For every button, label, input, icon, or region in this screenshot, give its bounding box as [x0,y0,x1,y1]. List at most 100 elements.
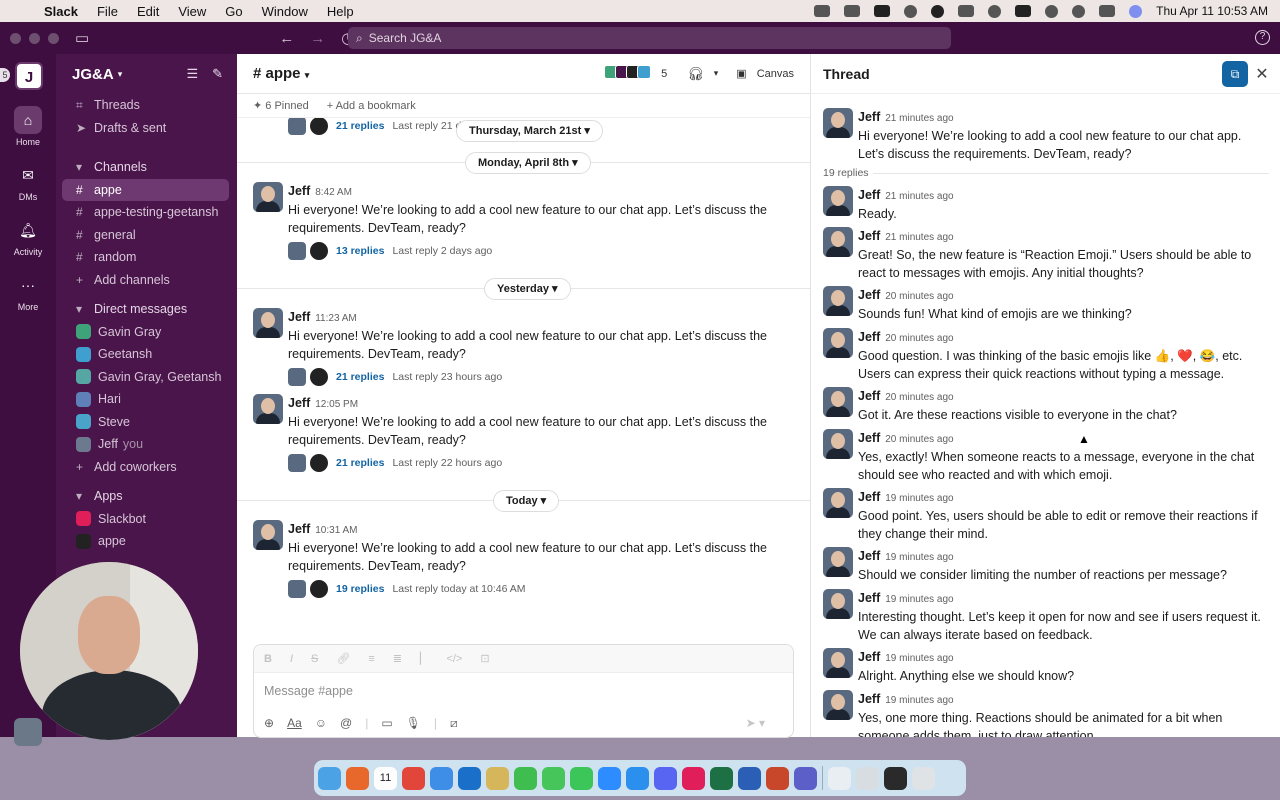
sidebar-item-threads[interactable]: ⌗ Threads [56,94,237,117]
avatar[interactable] [823,387,853,417]
plus-icon[interactable]: ⊕ [264,716,274,730]
cloud-icon[interactable] [814,5,831,17]
avatar[interactable] [253,394,283,424]
timestamp[interactable]: 21 minutes ago [885,191,953,202]
message[interactable]: Jeff 11:23 AM Hi everyone! We’re looking … [253,308,793,387]
sidebar-item-dm[interactable]: Hari [56,388,237,411]
chevron-down-icon[interactable]: ▾ [118,69,123,80]
timestamp[interactable]: 19 minutes ago [885,695,953,706]
timestamp[interactable]: 12:05 PM [315,399,358,410]
date-pill[interactable]: Today ▾ [493,490,560,512]
rail-activity[interactable]: 🔔︎ Activity [0,216,56,257]
menu-edit[interactable]: Edit [137,4,159,19]
close-window-icon[interactable] [10,32,21,44]
zoom-icon[interactable] [598,766,621,790]
facetime-icon[interactable] [570,766,593,790]
menu-view[interactable]: View [178,4,206,19]
close-icon[interactable]: ✕ [1248,64,1276,84]
sidebar-item-drafts[interactable]: ➤ Drafts & sent [56,117,237,140]
thread-reply[interactable]: Jeff 20 minutes ago Got it. Are these reac… [823,387,1268,424]
member-avatars[interactable] [604,65,652,82]
bold-icon[interactable]: B [264,653,272,665]
add-channels-button[interactable]: + Add channels [56,269,237,292]
sender-name[interactable]: Jeff [858,431,880,445]
reply-count[interactable]: 13 replies [336,245,384,257]
finder-icon[interactable] [318,766,341,790]
preview-icon[interactable] [828,766,851,790]
forward-arrow-icon[interactable]: → [310,30,325,47]
thread-replies[interactable]: 21 replies Last reply 22 hours ago [288,453,793,473]
sidebar-item-dm[interactable]: Gavin Gray, Geetansh [56,366,237,389]
reply-count[interactable]: 21 replies [336,457,384,469]
mail-icon[interactable] [430,766,453,790]
thread-reply[interactable]: Jeff 19 minutes ago Interesting thought. L… [823,589,1268,644]
message[interactable]: Jeff 12:05 PM Hi everyone! We’re looking … [253,394,793,473]
sidebar-item-app[interactable]: Slackbot [56,508,237,531]
sender-name[interactable]: Jeff [858,188,880,202]
timestamp[interactable]: 19 minutes ago [885,552,953,563]
pinned-button[interactable]: ✦ 6 Pinned [253,99,309,112]
avatar[interactable] [253,520,283,550]
thread-reply[interactable]: Jeff 19 minutes ago Should we consider lim… [823,547,1268,584]
date-pill[interactable]: Monday, April 8th ▾ [465,152,591,174]
code-icon[interactable]: </> [446,653,462,665]
bullet-list-icon[interactable]: ≣ [393,652,402,665]
thread-reply[interactable]: Jeff 19 minutes ago Yes, one more thing. R… [823,690,1268,737]
open-in-window-icon[interactable]: ⧉ [1222,60,1248,87]
messages-icon[interactable] [542,766,565,790]
timestamp[interactable]: 19 minutes ago [885,493,953,504]
message[interactable]: Jeff 8:42 AM Hi everyone! We’re looking t… [253,182,793,261]
siri-icon[interactable] [1129,4,1143,18]
sender-name[interactable]: Jeff [858,490,880,504]
calendar-icon[interactable]: 11 [374,766,397,790]
avatar[interactable] [823,186,853,216]
compose-icon[interactable]: ✎ [212,66,223,82]
thread-reply[interactable]: Jeff 20 minutes ago Sounds fun! What kind … [823,286,1268,323]
avatar[interactable] [823,108,853,138]
notes-icon[interactable] [486,766,509,790]
thread-reply[interactable]: Jeff 20 minutes ago Good question. I was t… [823,328,1268,383]
menu-clock[interactable]: Thu Apr 11 10:53 AM [1156,4,1268,18]
apps-section[interactable]: ▾ Apps [56,485,237,508]
sender-name[interactable]: Jeff [858,692,880,706]
rail-more[interactable]: ··· More [0,271,56,312]
menu-go[interactable]: Go [225,4,242,19]
gear-icon[interactable] [931,4,945,18]
microphone-icon[interactable]: 🎙︎ [406,716,421,730]
date-pill[interactable]: Yesterday ▾ [484,278,571,300]
text-format-icon[interactable]: Aa [287,716,302,730]
timestamp[interactable]: 20 minutes ago [885,291,953,302]
rail-dms[interactable]: ✉ DMs [0,161,56,202]
help-icon[interactable]: ? [1255,30,1270,45]
chrome-icon[interactable] [402,766,425,790]
date-pill[interactable]: Thursday, March 21st ▾ [456,120,603,142]
code-block-icon[interactable]: ⊡ [480,652,489,665]
thread-reply[interactable]: Jeff 19 minutes ago Alright. Anything else… [823,648,1268,685]
zoom-window-icon[interactable] [48,32,59,44]
member-count[interactable]: 5 [661,68,667,80]
avatar[interactable] [823,227,853,257]
word-icon[interactable] [738,766,761,790]
appstore-icon[interactable] [626,766,649,790]
volume-icon[interactable] [958,5,975,17]
menu-file[interactable]: File [97,4,118,19]
whatsapp-icon[interactable] [514,766,537,790]
slack-icon[interactable] [682,766,705,790]
app-tray-icon[interactable] [874,5,891,17]
bluetooth-icon[interactable] [988,4,1002,18]
canvas-icon[interactable]: ▣ [736,67,746,80]
avatar[interactable] [823,589,853,619]
headphones-icon[interactable]: 🎧︎ [687,66,704,82]
timestamp[interactable]: 8:42 AM [315,187,352,198]
dm-section[interactable]: ▾ Direct messages [56,298,237,321]
search-input[interactable]: ⌕ Search JG&A [348,27,951,49]
timestamp[interactable]: 19 minutes ago [885,653,953,664]
sender-name[interactable]: Jeff [858,288,880,302]
sidebar-item-app[interactable]: appe [56,530,237,553]
thread-parent-message[interactable]: Jeff 21 minutes ago Hi everyone! We’re lo… [823,108,1268,163]
menu-window[interactable]: Window [262,4,308,19]
wifi-icon[interactable] [1045,4,1059,18]
sidebar-item-appe[interactable]: # appe [62,178,229,201]
ordered-list-icon[interactable]: ≡ [368,653,374,665]
sidebar-item-dm[interactable]: Steve [56,411,237,434]
